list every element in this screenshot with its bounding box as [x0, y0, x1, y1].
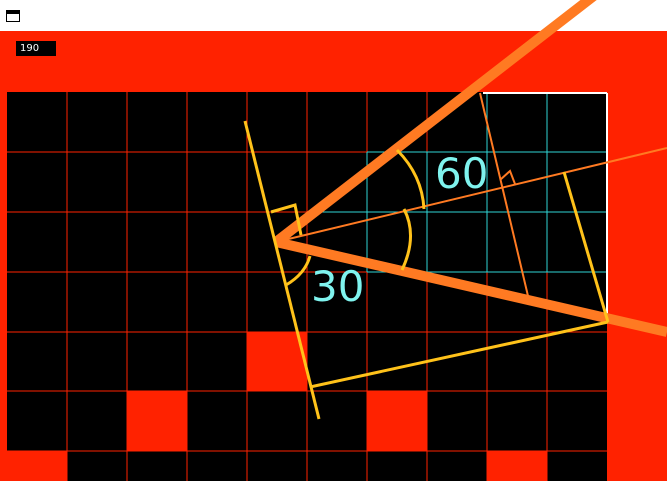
tile-grid — [7, 92, 607, 481]
game-scene: 60 30 — [7, 0, 667, 481]
angle-label-30: 30 — [311, 262, 364, 311]
red-tile — [127, 391, 187, 451]
red-tile — [7, 451, 67, 481]
red-tile — [487, 451, 547, 481]
red-tile — [367, 391, 427, 451]
angle-label-60: 60 — [435, 149, 488, 198]
score-counter: 190 — [16, 41, 56, 56]
red-tile — [247, 332, 307, 391]
